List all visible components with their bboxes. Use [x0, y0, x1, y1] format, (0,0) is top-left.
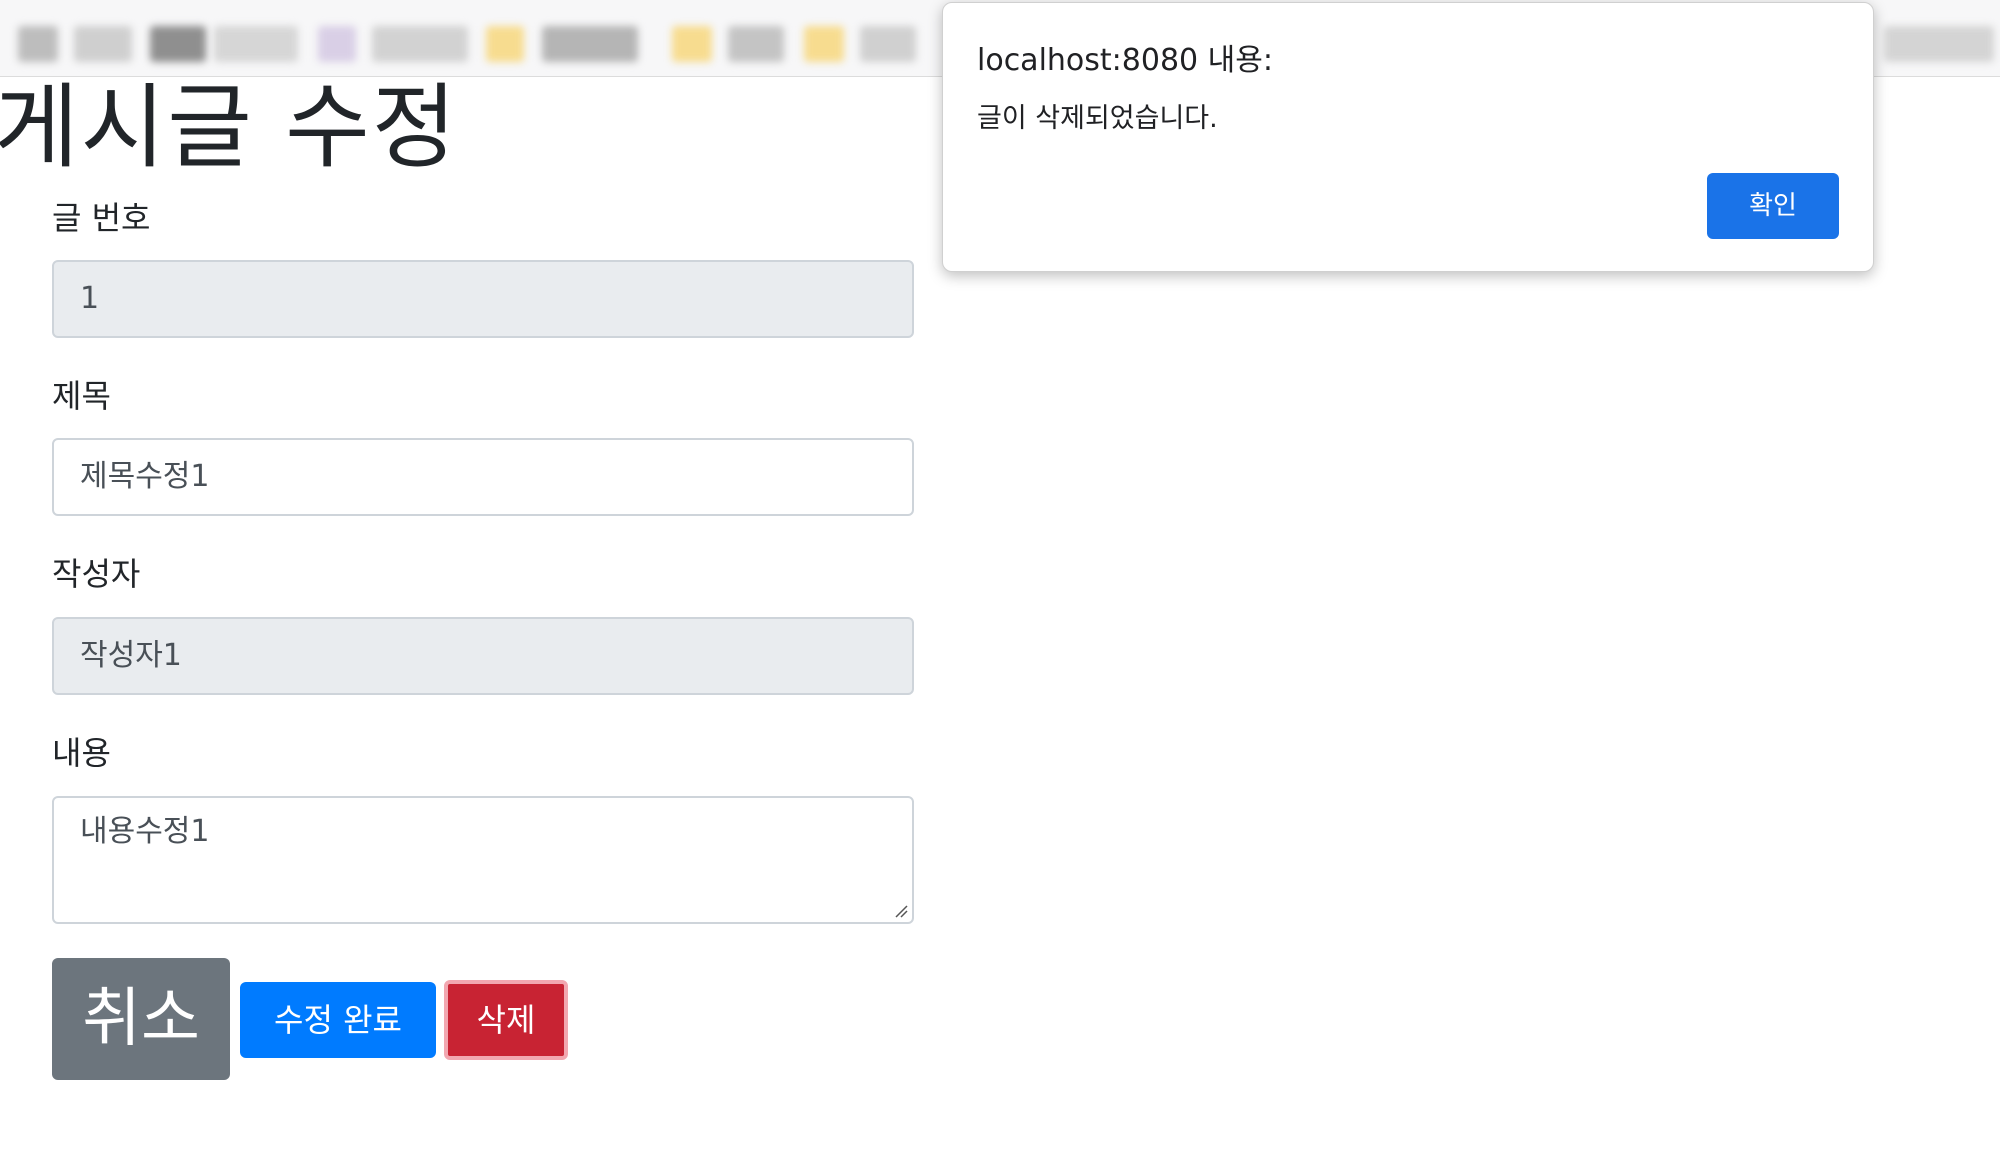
content-label: 내용 [52, 734, 111, 772]
bookmark-item[interactable] [318, 26, 356, 62]
dialog-title: localhost:8080 내용: [977, 43, 1273, 78]
resize-handle-icon[interactable] [894, 904, 908, 918]
bookmark-item[interactable] [672, 26, 712, 62]
cancel-button[interactable]: 취소 [52, 958, 230, 1080]
page-title: 게시글 수정 [0, 74, 459, 181]
dialog-message: 글이 삭제되었습니다. [977, 103, 1218, 134]
bookmark-item[interactable] [1884, 26, 1994, 62]
bookmark-item[interactable] [74, 26, 132, 62]
content-textarea[interactable]: 내용수정1 [52, 796, 914, 924]
post-number-label: 글 번호 [52, 199, 151, 237]
bookmark-item[interactable] [18, 26, 58, 62]
content-text: 내용수정1 [80, 814, 210, 849]
bookmark-item[interactable] [372, 26, 468, 62]
alert-dialog: localhost:8080 내용: 글이 삭제되었습니다. 확인 [942, 2, 1874, 272]
title-label: 제목 [52, 377, 111, 415]
title-input[interactable]: 제목수정1 [52, 438, 914, 516]
dialog-ok-button[interactable]: 확인 [1707, 173, 1839, 239]
bookmark-item[interactable] [214, 26, 298, 62]
bookmark-item[interactable] [804, 26, 844, 62]
submit-edit-button[interactable]: 수정 완료 [240, 982, 436, 1058]
author-input[interactable]: 작성자1 [52, 617, 914, 695]
bookmark-item[interactable] [728, 26, 784, 62]
bookmark-item[interactable] [150, 26, 206, 62]
delete-button[interactable]: 삭제 [444, 980, 568, 1060]
bookmark-item[interactable] [860, 26, 916, 62]
bookmark-item[interactable] [542, 26, 638, 62]
bookmark-item[interactable] [486, 26, 524, 62]
post-number-input[interactable]: 1 [52, 260, 914, 338]
author-label: 작성자 [52, 555, 141, 593]
